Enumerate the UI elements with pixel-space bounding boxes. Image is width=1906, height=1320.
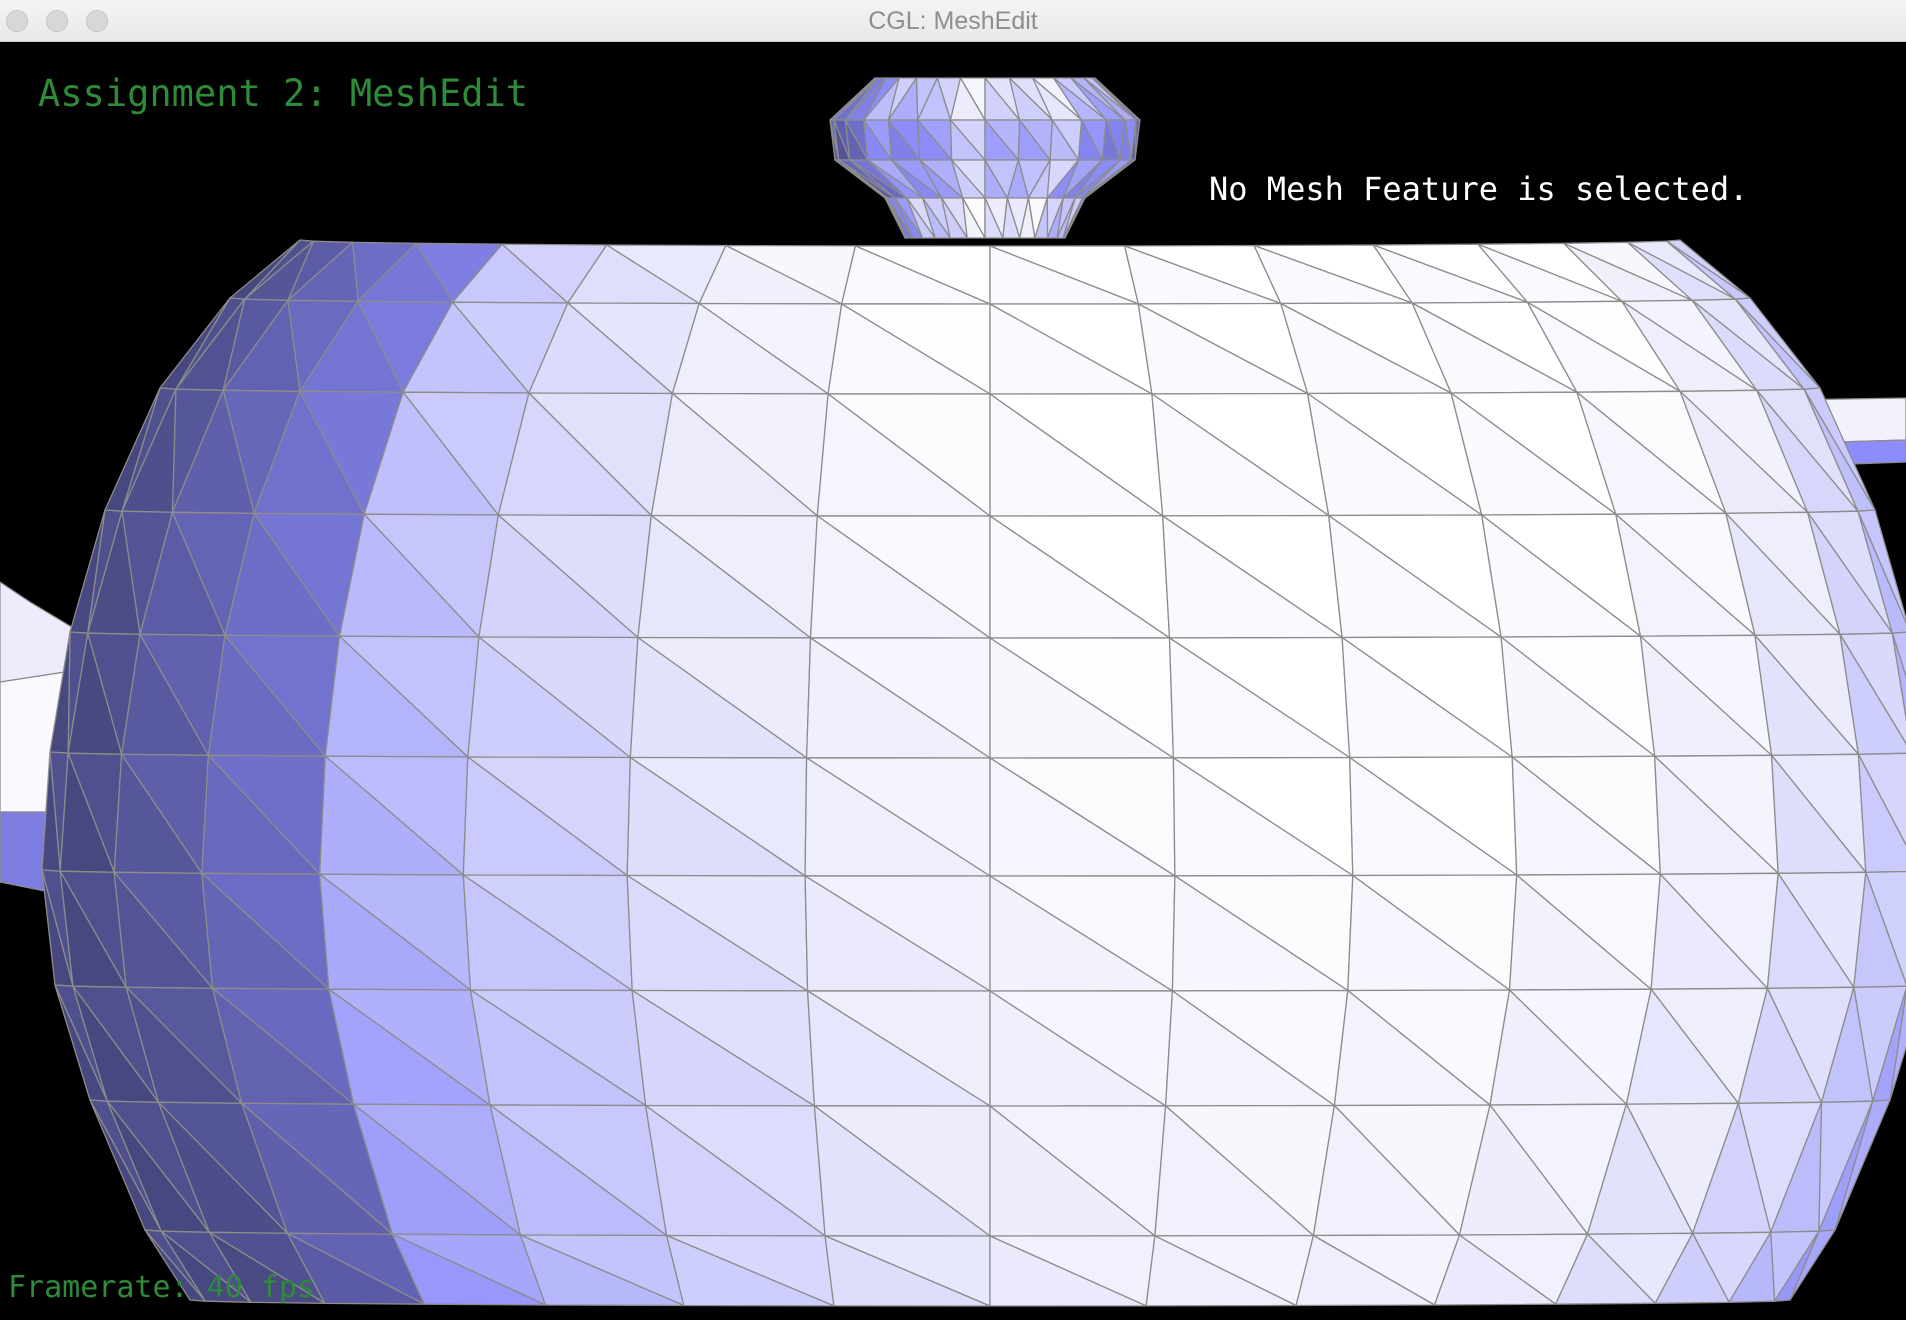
- render-viewport[interactable]: Assignment 2: MeshEdit No Mesh Feature i…: [0, 42, 1906, 1320]
- selection-status: No Mesh Feature is selected.: [1209, 170, 1749, 208]
- teapot-mesh[interactable]: [0, 42, 1906, 1320]
- framerate-readout: Framerate: 40 fps: [8, 1270, 316, 1305]
- app-window: CGL: MeshEdit Assignment 2: MeshEdit No …: [0, 0, 1906, 1320]
- mesh-triangle[interactable]: [121, 388, 177, 513]
- window-title: CGL: MeshEdit: [868, 7, 1038, 35]
- assignment-title: Assignment 2: MeshEdit: [38, 72, 529, 115]
- title-bar[interactable]: CGL: MeshEdit: [0, 0, 1906, 42]
